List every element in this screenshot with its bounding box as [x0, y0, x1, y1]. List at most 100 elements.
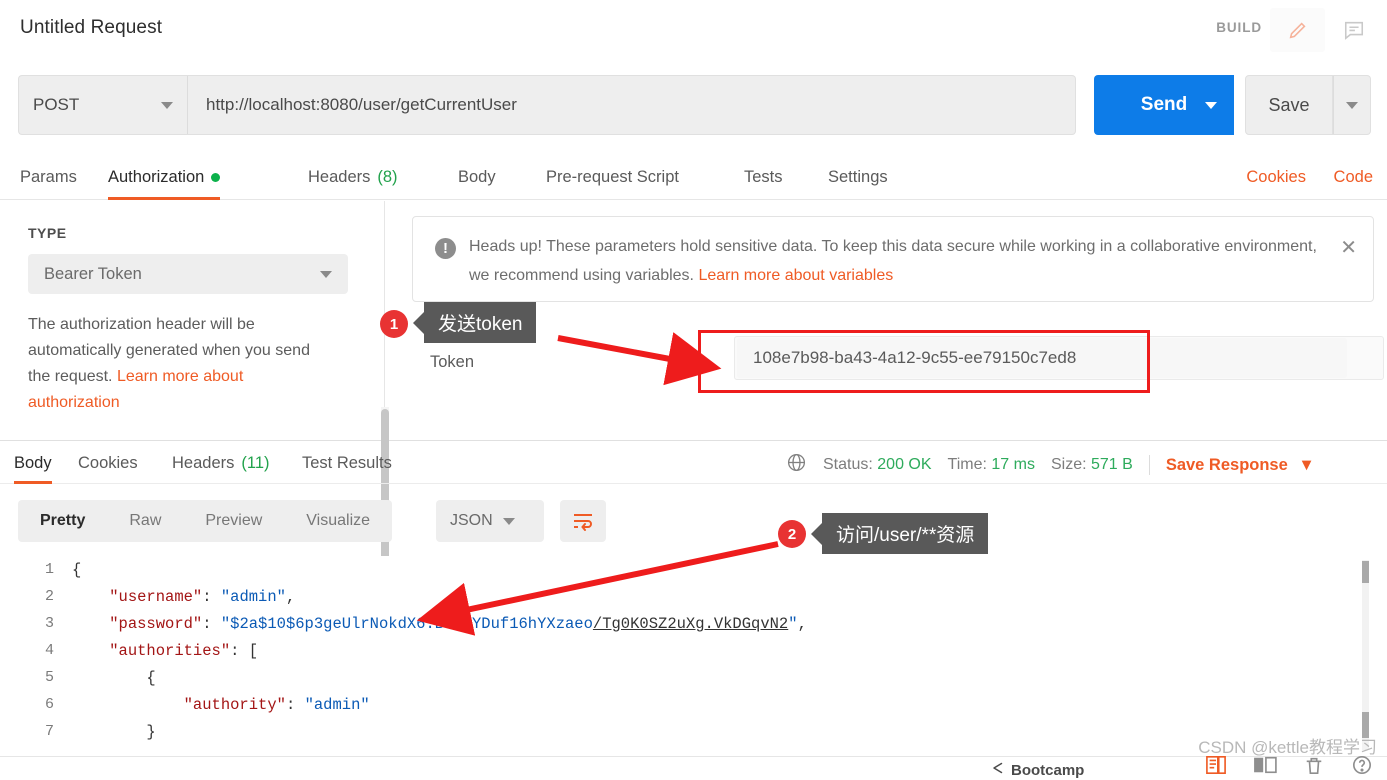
- url-bar: POST http://localhost:8080/user/getCurre…: [18, 75, 1371, 135]
- auth-type-value: Bearer Token: [44, 264, 142, 283]
- code-text: {: [72, 668, 156, 687]
- auth-detail-column: ! Heads up! These parameters hold sensit…: [400, 201, 1387, 441]
- tab-body[interactable]: Body: [458, 155, 496, 200]
- annotation-callout-1: 发送token: [424, 302, 537, 343]
- chevron-down-icon: [502, 517, 515, 525]
- tab-authorization[interactable]: Authorization: [108, 155, 221, 200]
- auth-description: The authorization header will be automat…: [28, 312, 328, 416]
- pencil-icon[interactable]: [1270, 8, 1325, 52]
- tab-label: Pre-request Script: [546, 168, 679, 186]
- chevron-down-icon: [161, 101, 173, 109]
- annotation-badge-1: 1: [380, 310, 408, 338]
- chevron-down-icon: [1205, 101, 1217, 109]
- token-highlight-box: [698, 330, 1150, 393]
- close-icon[interactable]: ✕: [1340, 235, 1357, 260]
- send-options-button[interactable]: [1188, 75, 1234, 135]
- response-body-code[interactable]: 1{2 "username": "admin", 3 "password": "$…: [0, 556, 1387, 756]
- line-number: 1: [44, 561, 54, 578]
- code-line: 5 {: [0, 664, 1387, 691]
- tab-label: Body: [14, 453, 52, 472]
- headers-count: (8): [377, 168, 398, 186]
- save-options-button[interactable]: [1333, 75, 1371, 135]
- line-number: 4: [44, 642, 54, 659]
- line-number: 6: [44, 696, 54, 713]
- view-visualize[interactable]: Visualize: [284, 500, 392, 542]
- cookies-label: Cookies: [1246, 168, 1306, 186]
- tab-label: Authorization: [108, 168, 205, 186]
- time-label: Time:: [947, 456, 987, 473]
- code-line: 1{: [0, 556, 1387, 583]
- auth-type-select[interactable]: Bearer Token: [28, 254, 348, 294]
- tab-label: Headers: [308, 168, 371, 186]
- bootcamp-button[interactable]: Bootcamp: [985, 761, 1084, 779]
- word-wrap-icon[interactable]: [560, 500, 606, 542]
- code-line: 4 "authorities": [: [0, 637, 1387, 664]
- response-tab-test-results[interactable]: Test Results: [302, 442, 392, 484]
- divider: [1148, 455, 1150, 475]
- trash-icon[interactable]: [1303, 755, 1325, 780]
- response-tab-headers[interactable]: Headers (11): [172, 442, 270, 484]
- response-meta: Status: 200 OK Time: 17 ms Size: 571 B S…: [786, 452, 1315, 478]
- save-button[interactable]: Save: [1245, 75, 1333, 135]
- response-language-select[interactable]: JSON: [436, 500, 544, 542]
- response-language-value: JSON: [450, 512, 493, 529]
- sensitive-data-warning: ! Heads up! These parameters hold sensit…: [412, 216, 1374, 302]
- code-text: "password": "$2a$10$6p3geUlrNokdX6.BUEoY…: [109, 614, 807, 633]
- authorization-panel: TYPE Bearer Token The authorization head…: [0, 201, 1387, 637]
- response-view-segmented: Pretty Raw Preview Visualize: [18, 500, 393, 542]
- view-pretty[interactable]: Pretty: [18, 500, 107, 542]
- view-preview[interactable]: Preview: [183, 500, 284, 542]
- token-label: Token: [430, 353, 475, 371]
- code-label: Code: [1333, 168, 1373, 186]
- comment-icon[interactable]: [1326, 8, 1381, 52]
- code-line: 6 "authority": "admin": [0, 691, 1387, 718]
- code-text: }: [72, 722, 156, 741]
- view-raw[interactable]: Raw: [107, 500, 183, 542]
- tab-headers[interactable]: Headers (8): [308, 155, 398, 200]
- build-label: BUILD: [1216, 20, 1262, 35]
- bootcamp-label: Bootcamp: [1011, 761, 1085, 779]
- warning-learn-more-link[interactable]: Learn more about variables: [698, 267, 893, 284]
- annotation-callout-2: 访问/user/**资源: [822, 513, 989, 554]
- globe-icon: [786, 452, 807, 478]
- tab-label: Test Results: [302, 453, 392, 472]
- chevron-down-icon: [1346, 101, 1358, 109]
- exclamation-circle-icon: !: [435, 238, 456, 259]
- tab-tests[interactable]: Tests: [744, 155, 783, 200]
- request-header: Untitled Request BUILD: [0, 0, 1387, 60]
- line-number: 7: [44, 723, 54, 740]
- request-tabs: Params Authorization Headers (8) Body Pr…: [0, 155, 1387, 200]
- postman-window: Untitled Request BUILD POST http://local…: [0, 0, 1387, 780]
- response-headers-count: (11): [241, 453, 270, 472]
- code-scrollbar-thumb-top[interactable]: [1362, 561, 1369, 583]
- code-link[interactable]: Code: [1334, 155, 1373, 200]
- page-title: Untitled Request: [20, 17, 163, 38]
- annotation-badge-2: 2: [778, 520, 806, 548]
- tab-settings[interactable]: Settings: [828, 155, 888, 200]
- layout-icon[interactable]: [1253, 755, 1277, 780]
- size-label: Size:: [1050, 456, 1087, 473]
- url-input[interactable]: http://localhost:8080/user/getCurrentUse…: [188, 75, 1076, 135]
- code-text: "username": "admin",: [109, 587, 296, 606]
- tab-pre-request-script[interactable]: Pre-request Script: [546, 155, 679, 200]
- code-line: 3 "password": "$2a$10$6p3geUlrNokdX6.BUE…: [0, 610, 1387, 637]
- http-method-select[interactable]: POST: [18, 75, 188, 135]
- help-icon[interactable]: [1351, 755, 1373, 780]
- tab-label: Params: [20, 168, 77, 186]
- response-tab-body[interactable]: Body: [14, 442, 52, 484]
- tab-label: Headers: [172, 453, 235, 472]
- tab-params[interactable]: Params: [20, 155, 77, 200]
- warning-text: Heads up! These parameters hold sensitiv…: [469, 232, 1319, 290]
- line-number: 2: [44, 588, 54, 605]
- line-number: 5: [44, 669, 54, 686]
- cookies-link[interactable]: Cookies: [1246, 155, 1306, 200]
- status-label: Status:: [823, 456, 873, 473]
- footer-icons: [1205, 755, 1373, 780]
- type-label: TYPE: [28, 225, 67, 241]
- save-response-button[interactable]: Save Response ▼: [1166, 456, 1315, 475]
- line-number: 3: [44, 615, 54, 632]
- response-tab-cookies[interactable]: Cookies: [78, 442, 138, 484]
- tab-label: Tests: [744, 168, 783, 186]
- console-icon[interactable]: [1205, 755, 1227, 780]
- tab-label: Settings: [828, 168, 888, 186]
